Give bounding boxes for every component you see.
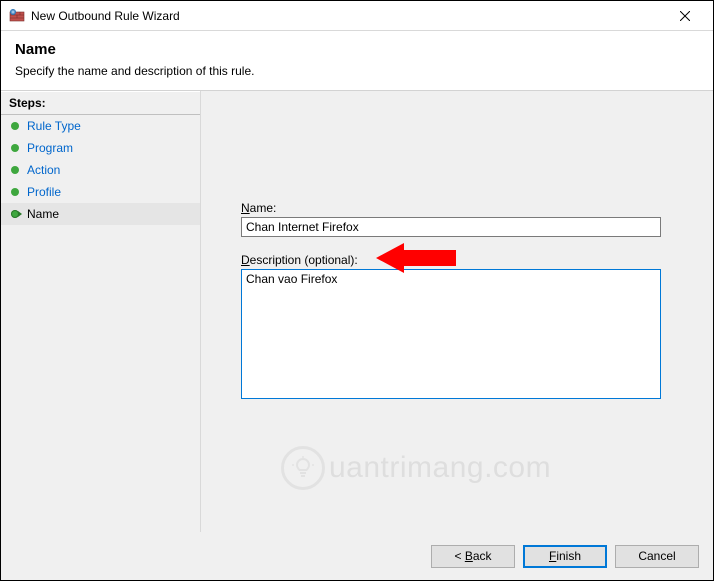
step-label: Action [27,163,60,177]
step-bullet-icon [11,188,19,196]
cancel-button[interactable]: Cancel [615,545,699,568]
step-bullet-icon [11,210,19,218]
window-title: New Outbound Rule Wizard [31,9,665,23]
step-item-profile[interactable]: Profile [1,181,200,203]
wizard-window: New Outbound Rule Wizard Name Specify th… [0,0,714,581]
page-title: Name [15,41,699,58]
steps-sidebar: Steps: Rule Type Program Action Profile Name [1,91,201,532]
finish-button[interactable]: Finish [523,545,607,568]
main-panel: Name: Description (optional): [201,91,713,532]
description-field-group: Description (optional): [241,253,673,402]
step-item-rule-type[interactable]: Rule Type [1,115,200,137]
close-button[interactable] [665,2,705,30]
step-label: Name [27,207,59,221]
step-item-program[interactable]: Program [1,137,200,159]
step-label: Rule Type [27,119,81,133]
name-field-group: Name: [241,201,673,237]
close-icon [680,11,690,21]
steps-header: Steps: [1,91,200,115]
step-item-name[interactable]: Name [1,203,200,225]
page-subtitle: Specify the name and description of this… [15,64,699,78]
back-button[interactable]: < Back [431,545,515,568]
step-label: Program [27,141,73,155]
step-item-action[interactable]: Action [1,159,200,181]
step-bullet-icon [11,122,19,130]
wizard-body: Steps: Rule Type Program Action Profile Name… [1,91,713,532]
description-textarea[interactable] [241,269,661,399]
wizard-footer: < Back Finish Cancel [1,532,713,580]
step-bullet-icon [11,144,19,152]
wizard-header: Name Specify the name and description of… [1,31,713,91]
step-bullet-icon [11,166,19,174]
step-label: Profile [27,185,61,199]
name-label: Name: [241,201,673,215]
firewall-icon [9,8,25,24]
titlebar: New Outbound Rule Wizard [1,1,713,31]
description-label: Description (optional): [241,253,673,267]
name-input[interactable] [241,217,661,237]
